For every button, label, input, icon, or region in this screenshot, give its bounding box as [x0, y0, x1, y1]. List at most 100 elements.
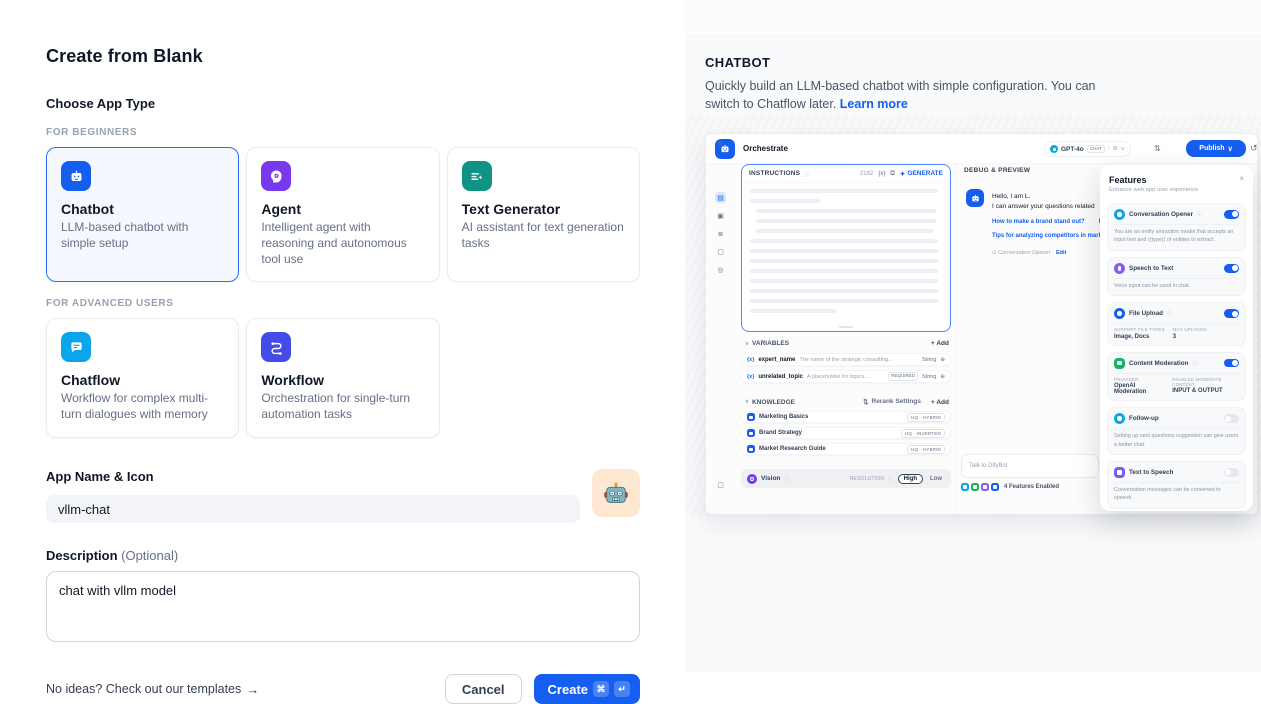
info-icon: ⓘ [888, 475, 894, 483]
window-icon: ▢ [715, 479, 726, 490]
instructions-panel: INSTRUCTIONS ⓘ 2182 {x} ⧉ ✦GENERATE [741, 164, 951, 332]
card-title: Agent [261, 201, 424, 217]
resize-handle [839, 326, 853, 328]
note-icon: ▢ [715, 246, 726, 257]
preview-heading: CHATBOT [705, 55, 1241, 70]
char-count: 2182 [860, 171, 873, 177]
app-type-card-workflow[interactable]: Workflow Orchestration for single-turn a… [246, 318, 439, 438]
app-type-card-chatflow[interactable]: Chatflow Workflow for complex multi-turn… [46, 318, 239, 438]
feature-content-moderation: Content Moderation ⓘ PROVIDEROpenAI Mode… [1107, 352, 1246, 402]
choose-app-type-heading: Choose App Type [46, 96, 640, 111]
preview-sidebar: ⇅ ▤ ▣ ≣ ▢ ◎ ▢ [706, 164, 734, 514]
app-type-card-chatbot[interactable]: Chatbot LLM-based chatbot with simple se… [46, 147, 239, 282]
text-generator-icon [462, 161, 492, 191]
app-type-card-text-generator[interactable]: Text Generator AI assistant for text gen… [447, 147, 640, 282]
card-title: Text Generator [462, 201, 625, 217]
history-icon: ↺ [1250, 143, 1258, 154]
bot-avatar [966, 189, 984, 207]
feature-text-to-speech: Text to Speech Conversation messages can… [1107, 461, 1246, 509]
params-icon: ◦ [1108, 146, 1110, 152]
learn-more-link[interactable]: Learn more [840, 97, 908, 111]
enter-key-icon: ↵ [614, 681, 630, 697]
create-from-blank-dialog: Create from Blank Choose App Type FOR BE… [0, 0, 685, 672]
model-selector: GPT-4o CHAT ◦ ⚙ ∨ [1044, 141, 1131, 157]
features-subtitle: Enhance web app user experience [1109, 187, 1244, 193]
card-desc: LLM-based chatbot with simple setup [61, 220, 224, 252]
chatbot-icon [61, 161, 91, 191]
add-variable-button: + Add [931, 340, 949, 347]
arrow-right-icon: → [246, 682, 259, 697]
edit-opener-link: Edit [1056, 250, 1066, 256]
gpt4o-icon [1050, 145, 1058, 153]
variables-header: ∨ VARIABLES + Add [745, 340, 949, 347]
instructions-title: INSTRUCTIONS [749, 170, 800, 177]
swap-icon: ⇅ [715, 139, 726, 150]
app-icon-picker[interactable] [592, 469, 640, 517]
group-for-beginners: FOR BEGINNERS [46, 127, 640, 138]
beginner-cards: Chatbot LLM-based chatbot with simple se… [46, 147, 640, 282]
chevron-down-icon: ∨ [1121, 146, 1125, 152]
workflow-icon [261, 332, 291, 362]
top-strip [685, 0, 1261, 37]
opener-feature-icon [961, 483, 969, 491]
toggle-switch [1224, 359, 1239, 368]
app-type-card-agent[interactable]: Agent Intelligent agent with reasoning a… [246, 147, 439, 282]
description-label: Description (Optional) [46, 548, 640, 563]
toggle-switch [1224, 210, 1239, 219]
dataset-icon [747, 429, 755, 437]
required-chip: REQUIRED [888, 372, 918, 381]
description-textarea[interactable] [46, 571, 640, 642]
pane-divider [956, 164, 957, 514]
add-knowledge-button: + Add [931, 399, 949, 406]
card-title: Chatbot [61, 201, 224, 217]
toggle-switch [1224, 264, 1239, 273]
speech-to-text-icon [1114, 263, 1125, 274]
cmd-key-icon: ⌘ [593, 681, 609, 697]
vision-icon [747, 474, 757, 484]
resolution-high-option: High [898, 474, 923, 484]
follow-up-icon [1114, 413, 1125, 424]
moderation-feature-icon [971, 483, 979, 491]
copy-icon: ⧉ [890, 170, 895, 178]
debug-preview-title: DEBUG & PREVIEW [964, 167, 1030, 174]
feature-follow-up: Follow-up Setting up next questions sugg… [1107, 407, 1246, 455]
upload-feature-icon [991, 483, 999, 491]
close-icon: × [1239, 174, 1244, 183]
type-icon: ⊕ [940, 374, 945, 380]
variable-icon: {x} [878, 171, 885, 177]
rerank-settings-button: ⇅Rerank Settings [863, 398, 921, 406]
chevron-down-icon: ∨ [1228, 145, 1233, 153]
knowledge-row: Market Research Guide HQ · HYBRID [741, 443, 951, 455]
chatflow-icon [61, 332, 91, 362]
create-button[interactable]: Create ⌘ ↵ [534, 674, 640, 704]
variable-icon: {x} [747, 374, 754, 380]
type-icon: ⊕ [940, 357, 945, 363]
chat-input: Talk to DifyBot [961, 454, 1099, 478]
dialog-footer: No ideas? Check out our templates → Canc… [46, 674, 640, 704]
card-desc: Workflow for complex multi-turn dialogue… [61, 391, 224, 423]
chat-mode-chip: CHAT [1087, 145, 1105, 153]
agent-icon [261, 161, 291, 191]
advanced-cards: Chatflow Workflow for complex multi-turn… [46, 318, 640, 438]
features-title: Features [1109, 175, 1244, 185]
toggle-switch [1224, 309, 1239, 318]
app-type-preview-panel: CHATBOT Quickly build an LLM-based chatb… [685, 0, 1261, 672]
card-desc: AI assistant for text generation tasks [462, 220, 625, 252]
info-icon: ⓘ [784, 475, 790, 483]
features-enabled-row: 4 Features Enabled [961, 483, 1059, 491]
card-title: Workflow [261, 372, 424, 388]
app-name-input[interactable] [46, 495, 580, 523]
toggle-switch [1224, 414, 1239, 423]
info-icon: ⓘ [1167, 310, 1172, 317]
app-name-label: App Name & Icon [46, 469, 580, 484]
info-icon: ⓘ [1197, 211, 1202, 218]
cancel-button[interactable]: Cancel [445, 674, 522, 704]
text-to-speech-icon [1114, 467, 1125, 478]
dataset-icon [747, 445, 755, 453]
optional-hint: (Optional) [121, 548, 178, 563]
variable-row: {x} unrelated_topic A placeholder for to… [741, 370, 951, 383]
templates-link[interactable]: No ideas? Check out our templates → [46, 682, 259, 697]
swap-icon: ⇅ [1154, 144, 1161, 153]
content-moderation-icon [1114, 358, 1125, 369]
swap-icon: ⇅ [863, 398, 868, 406]
